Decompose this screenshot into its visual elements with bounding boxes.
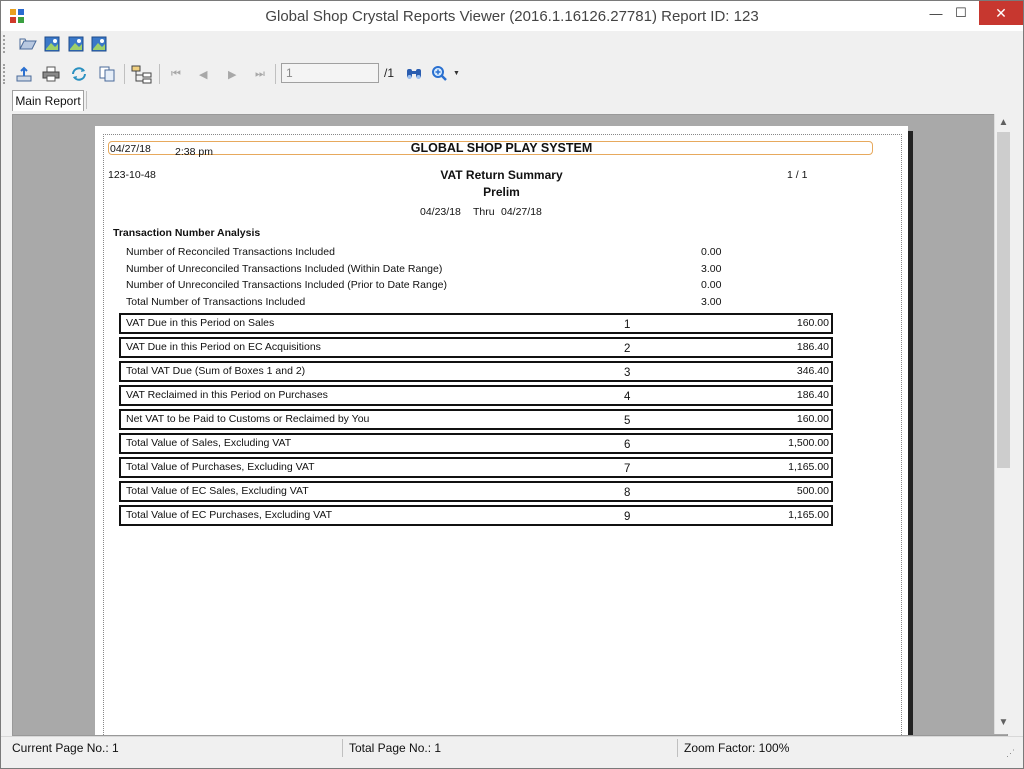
- section-heading: Transaction Number Analysis: [113, 227, 261, 239]
- status-separator: [342, 739, 343, 757]
- window-title: Global Shop Crystal Reports Viewer (2016…: [265, 8, 759, 25]
- maximize-button[interactable]: ☐: [946, 1, 976, 25]
- date-from: 04/23/18: [420, 206, 461, 218]
- scroll-down-icon[interactable]: ▼: [995, 715, 1012, 731]
- analysis-value: 0.00: [701, 246, 722, 258]
- vat-box-row: Total Value of Sales, Excluding VAT 6 1,…: [119, 433, 833, 454]
- resize-grip-icon[interactable]: ⋰: [1006, 748, 1015, 759]
- analysis-value: 3.00: [701, 296, 722, 308]
- tab-main-report[interactable]: Main Report: [12, 90, 84, 111]
- vat-box-row: Total Value of Purchases, Excluding VAT …: [119, 457, 833, 478]
- group-tree-icon[interactable]: [131, 65, 153, 85]
- first-page-icon[interactable]: ⏮: [171, 68, 181, 81]
- page-number-input[interactable]: [281, 63, 379, 83]
- close-button[interactable]: ✕: [979, 1, 1023, 25]
- thru-label: Thru: [473, 206, 495, 218]
- page-of-label: 1 / 1: [787, 169, 808, 181]
- vat-box-number: 8: [624, 487, 631, 499]
- toolbar-separator: [275, 64, 276, 84]
- print-icon[interactable]: [42, 66, 60, 82]
- scroll-up-icon[interactable]: ▲: [995, 115, 1012, 131]
- page-shadow: [908, 131, 913, 735]
- vat-box-amount: 346.40: [796, 365, 829, 377]
- status-bar: Current Page No.: 1 Total Page No.: 1 Zo…: [1, 736, 1023, 759]
- vat-box-label: VAT Due in this Period on EC Acquisition…: [126, 341, 321, 353]
- current-page-status: Current Page No.: 1: [12, 741, 119, 755]
- vat-box-amount: 1,500.00: [788, 437, 829, 449]
- vertical-scrollbar[interactable]: ▲ ▼: [994, 114, 1012, 734]
- tab-separator: [86, 91, 87, 109]
- last-page-icon[interactable]: ⏭: [255, 68, 265, 81]
- vat-box-label: Total VAT Due (Sum of Boxes 1 and 2): [126, 365, 306, 377]
- analysis-label: Number of Reconciled Transactions Includ…: [126, 246, 335, 258]
- report-viewport[interactable]: 04/27/18 2:38 pm GLOBAL SHOP PLAY SYSTEM…: [12, 114, 1008, 736]
- vat-box-amount: 186.40: [796, 341, 829, 353]
- export-icon[interactable]: [15, 66, 33, 82]
- analysis-label: Number of Unreconciled Transactions Incl…: [126, 279, 447, 291]
- top-toolbar: [1, 31, 1023, 57]
- vat-box-amount: 160.00: [796, 413, 829, 425]
- vat-box-row: Total Value of EC Sales, Excluding VAT 8…: [119, 481, 833, 502]
- image-settings-icon[interactable]: [90, 36, 108, 52]
- vat-box-row: Total VAT Due (Sum of Boxes 1 and 2) 3 3…: [119, 361, 833, 382]
- vat-box-label: Total Value of EC Sales, Excluding VAT: [126, 485, 309, 497]
- analysis-label: Number of Unreconciled Transactions Incl…: [126, 263, 443, 275]
- toolbar-separator: [159, 64, 160, 84]
- vat-box-label: Total Value of Purchases, Excluding VAT: [126, 461, 315, 473]
- page-total-label: /1: [384, 66, 395, 80]
- vat-box-label: Net VAT to be Paid to Customs or Reclaim…: [126, 413, 370, 425]
- vat-box-number: 3: [624, 367, 631, 379]
- date-to: 04/27/18: [501, 206, 542, 218]
- next-page-icon[interactable]: ▶: [228, 68, 236, 81]
- image-export-icon[interactable]: [43, 36, 61, 52]
- company-name: GLOBAL SHOP PLAY SYSTEM: [410, 141, 593, 155]
- vat-box-row: VAT Due in this Period on EC Acquisition…: [119, 337, 833, 358]
- find-text-icon[interactable]: [405, 66, 423, 82]
- vat-box-label: VAT Reclaimed in this Period on Purchase…: [126, 389, 328, 401]
- vat-box-number: 5: [624, 415, 631, 427]
- refresh-icon[interactable]: [70, 66, 88, 82]
- report-viewer-window: Global Shop Crystal Reports Viewer (2016…: [0, 0, 1024, 769]
- vat-box-row: VAT Reclaimed in this Period on Purchase…: [119, 385, 833, 406]
- vat-box-amount: 160.00: [796, 317, 829, 329]
- vat-box-label: Total Value of EC Purchases, Excluding V…: [126, 509, 333, 521]
- vat-box-number: 4: [624, 391, 631, 403]
- vat-box-number: 6: [624, 439, 631, 451]
- zoom-dropdown-icon[interactable]: ▼: [453, 70, 460, 77]
- vat-box-number: 7: [624, 463, 631, 475]
- vat-box-row: Total Value of EC Purchases, Excluding V…: [119, 505, 833, 526]
- title-bar: Global Shop Crystal Reports Viewer (2016…: [1, 1, 1023, 31]
- vat-box-amount: 500.00: [796, 485, 829, 497]
- vat-box-label: Total Value of Sales, Excluding VAT: [126, 437, 292, 449]
- vat-box-label: VAT Due in this Period on Sales: [126, 317, 275, 329]
- image-preview-icon[interactable]: [67, 36, 85, 52]
- open-report-icon[interactable]: [19, 36, 37, 52]
- toolbar-separator: [124, 64, 125, 84]
- vat-box-number: 9: [624, 511, 631, 523]
- previous-page-icon[interactable]: ◀: [199, 68, 207, 81]
- vat-box-amount: 186.40: [796, 389, 829, 401]
- vat-box-row: Net VAT to be Paid to Customs or Reclaim…: [119, 409, 833, 430]
- vat-box-amount: 1,165.00: [788, 461, 829, 473]
- analysis-label: Total Number of Transactions Included: [126, 296, 306, 308]
- copy-icon[interactable]: [98, 66, 116, 82]
- report-page: 04/27/18 2:38 pm GLOBAL SHOP PLAY SYSTEM…: [95, 126, 908, 735]
- vat-box-number: 2: [624, 343, 631, 355]
- viewer-toolbar: ⏮ ◀ ▶ ⏭ ▼: [1, 59, 1023, 89]
- status-separator: [677, 739, 678, 757]
- analysis-value: 0.00: [701, 279, 722, 291]
- zoom-factor-status: Zoom Factor: 100%: [684, 741, 790, 755]
- zoom-icon[interactable]: [431, 65, 449, 81]
- vat-box-row: VAT Due in this Period on Sales 1 160.00: [119, 313, 833, 334]
- report-tab-bar: Main Report: [1, 89, 1023, 113]
- toolbar-grip[interactable]: [3, 35, 8, 53]
- vat-box-number: 1: [624, 319, 631, 331]
- toolbar-grip-2[interactable]: [3, 64, 8, 84]
- vat-box-amount: 1,165.00: [788, 509, 829, 521]
- scroll-thumb[interactable]: [997, 132, 1010, 468]
- report-subtitle: Prelim: [483, 185, 520, 199]
- total-page-status: Total Page No.: 1: [349, 741, 442, 755]
- analysis-value: 3.00: [701, 263, 722, 275]
